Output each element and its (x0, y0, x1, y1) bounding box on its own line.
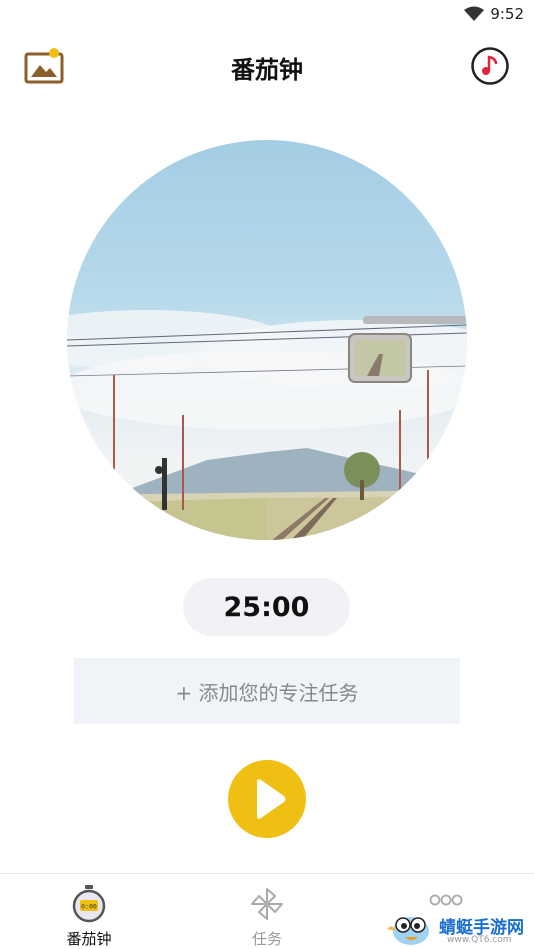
svg-text:0:00: 0:00 (81, 903, 97, 911)
watermark-url: www.QT6.com (447, 935, 512, 945)
add-task-field[interactable]: + 添加您的专注任务 (74, 658, 460, 724)
app-bar: 番茄钟 (0, 40, 534, 92)
nav-label-tasks: 任务 (251, 930, 282, 948)
nav-item-pomodoro[interactable]: 0:00 番茄钟 (39, 884, 139, 948)
status-time: 9:52 (490, 5, 524, 23)
play-icon (257, 779, 286, 819)
nav-label-pomodoro: 番茄钟 (66, 930, 112, 948)
wifi-icon (464, 6, 484, 21)
nav-item-tasks[interactable]: 任务 (217, 884, 317, 948)
pinwheel-icon (251, 888, 283, 920)
status-bar: 9:52 (0, 0, 534, 30)
timer-display[interactable]: 25:00 (183, 578, 350, 636)
cover-image (67, 140, 467, 540)
play-button[interactable] (228, 760, 306, 838)
page-title: 番茄钟 (231, 56, 303, 84)
cover-photo-railway (67, 140, 467, 540)
watermark: 蜻蜓手游网 www.QT6.com (385, 905, 534, 949)
music-note-icon (471, 47, 509, 85)
music-button[interactable] (470, 46, 510, 86)
stopwatch-icon: 0:00 (72, 885, 106, 923)
dragonfly-logo-icon (387, 917, 429, 945)
